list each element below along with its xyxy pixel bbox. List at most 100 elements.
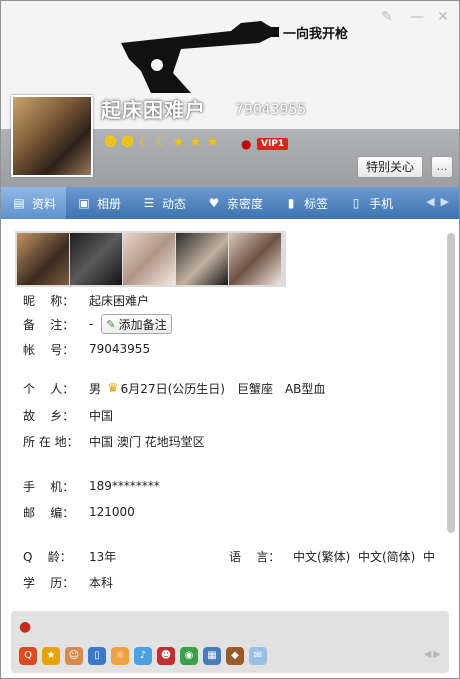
education-row: 学 历： 本科 [23, 573, 113, 591]
remark-value-group: - ✎ 添加备注 [89, 314, 172, 334]
pet-icon[interactable]: ☺ [65, 647, 83, 665]
tab-label: 手机 [369, 196, 394, 211]
tab-album[interactable]: ▣ 相册 [66, 187, 131, 219]
tab-label: 相册 [97, 196, 122, 211]
moon-icon: ☾ [138, 135, 151, 150]
bookmark-icon: ▮ [287, 196, 295, 210]
tab-tags[interactable]: ▮ 标签 [273, 187, 338, 219]
qq-mail-icon[interactable]: ✉ [249, 647, 267, 665]
location-row: 所 在 地： 中国 澳门 花地玛堂区 [23, 432, 205, 450]
language-label: 语 言： [229, 549, 281, 564]
qq-card-icon[interactable]: ▦ [203, 647, 221, 665]
language-value: 中文(繁体) 中文(简体) 中 [293, 549, 435, 564]
tab-phone[interactable]: ▯ 手机 [338, 187, 403, 219]
tab-scroll-arrows[interactable]: ◀▶ [426, 195, 455, 208]
minimize-icon[interactable]: — [409, 9, 425, 25]
tab-bar: ▤ 资料 ▣ 相册 ☰ 动态 ♥ 亲密度 ▮ 标签 ▯ 手机 ◀▶ [1, 187, 459, 219]
close-icon[interactable]: ✕ [435, 9, 451, 25]
account-label: 帐 号： [23, 342, 75, 357]
smile-icon: ☻ [120, 135, 135, 150]
add-remark-button[interactable]: ✎ 添加备注 [101, 314, 172, 334]
penguin-icon: ● [241, 137, 252, 151]
tab-label: 亲密度 [227, 196, 264, 211]
gender-value: 男 [89, 381, 102, 396]
qq-space-icon[interactable]: ◉ [180, 647, 198, 665]
qq-phone-icon[interactable]: ▯ [88, 647, 106, 665]
banner-slogan: 一向我开枪 [283, 27, 349, 42]
age-label: Q 龄： [23, 549, 72, 564]
avatar[interactable] [11, 95, 93, 177]
app-icon-row: Q ★ ☺ ▯ ☼ ♪ ☻ ◉ ▦ ◆ ✉ [19, 647, 267, 665]
photo-thumbnail[interactable] [123, 233, 175, 285]
tab-intimacy[interactable]: ♥ 亲密度 [196, 187, 273, 219]
personal-value-group: 男 ♛ 6月27日(公历生日) 巨蟹座 AB型血 [89, 380, 325, 397]
penguin-icon[interactable]: ● [19, 619, 35, 635]
farm-icon[interactable]: ☼ [111, 647, 129, 665]
age-value: 13年 [89, 549, 117, 564]
mobile-row: 手 机： 189******** [23, 477, 160, 495]
qq-game-icon[interactable]: Q [19, 647, 37, 665]
photo-thumbnail[interactable] [17, 233, 69, 285]
content-scrollbar[interactable] [447, 233, 455, 533]
chat-bubble-icon[interactable]: … [431, 156, 453, 178]
remark-value: - [89, 317, 94, 331]
qq-music-icon[interactable]: ♪ [134, 647, 152, 665]
moon-icon: ☾ [155, 135, 168, 150]
remark-label: 备 注： [23, 317, 75, 332]
personal-row: 个 人： 男 ♛ 6月27日(公历生日) 巨蟹座 AB型血 [23, 379, 325, 397]
profile-window: ✎ — ✕ 一向我开枪 起床困难户 79043955 ☻ ☻ ☾ ☾ ★ ★ ★… [0, 0, 460, 679]
personal-label: 个 人： [23, 381, 75, 396]
nickname-label: 昵 称： [23, 293, 75, 308]
blood-type-value: AB型血 [284, 381, 326, 396]
tab-profile[interactable]: ▤ 资料 [1, 187, 67, 219]
heart-icon: ♥ [208, 196, 220, 210]
toolbar-scroll-arrows[interactable]: ◀▶ [424, 649, 443, 660]
nickname-title: 起床困难户 [101, 98, 206, 122]
qq-show-icon[interactable]: ★ [42, 647, 60, 665]
profile-card-icon: ▤ [13, 196, 25, 210]
qq-avatar-icon[interactable]: ☻ [157, 647, 175, 665]
location-value: 中国 澳门 花地玛堂区 [89, 434, 205, 449]
vip-badge[interactable]: ● VIP1 [241, 136, 289, 152]
zip-row: 邮 编： 121000 [23, 503, 135, 521]
special-care-button[interactable]: 特别关心 [357, 156, 423, 178]
photo-strip [15, 231, 286, 287]
profile-content: 昵 称： 起床困难户 备 注： - ✎ 添加备注 帐 号： 79043955 个… [15, 231, 435, 603]
crown-icon: ♛ [107, 380, 119, 396]
photo-thumbnail[interactable] [176, 233, 228, 285]
hometown-label: 故 乡： [23, 408, 75, 423]
account-value: 79043955 [89, 342, 151, 356]
birthday-value: 6月27日(公历生日) [120, 381, 225, 396]
add-remark-label: 添加备注 [118, 317, 167, 332]
star-icon: ★ [189, 135, 202, 150]
qq-speed-icon[interactable]: ◆ [226, 647, 244, 665]
phone-icon: ▯ [352, 196, 360, 210]
star-icon: ★ [172, 135, 185, 150]
age-row: Q 龄： 13年 [23, 547, 116, 565]
location-label: 所 在 地： [23, 434, 79, 449]
photo-album-icon: ▣ [78, 196, 90, 210]
skin-icon[interactable]: ✎ [379, 9, 395, 25]
education-value: 本科 [89, 575, 114, 590]
language-row: 语 言： 中文(繁体) 中文(简体) 中 [229, 547, 435, 565]
tab-label: 标签 [304, 196, 329, 211]
tab-label: 动态 [162, 196, 187, 211]
tab-feed[interactable]: ☰ 动态 [131, 187, 196, 219]
qq-number: 79043955 [235, 102, 307, 118]
edit-note-icon: ✎ [106, 317, 116, 331]
nickname-row: 昵 称： 起床困难户 [23, 291, 149, 309]
level-icons[interactable]: ☻ ☻ ☾ ☾ ★ ★ ★ [103, 135, 220, 150]
zip-value: 121000 [89, 505, 135, 519]
mobile-label: 手 机： [23, 479, 75, 494]
vip-level-label: VIP1 [257, 138, 289, 150]
hometown-value: 中国 [89, 408, 114, 423]
remark-row: 备 注： - ✎ 添加备注 [23, 313, 172, 335]
education-label: 学 历： [23, 575, 75, 590]
tab-label: 资料 [32, 196, 57, 211]
feed-list-icon: ☰ [143, 196, 155, 210]
nickname-value: 起床困难户 [89, 293, 150, 308]
smile-icon: ☻ [103, 135, 118, 150]
photo-thumbnail[interactable] [70, 233, 122, 285]
account-row: 帐 号： 79043955 [23, 340, 150, 358]
photo-thumbnail[interactable] [229, 233, 281, 285]
